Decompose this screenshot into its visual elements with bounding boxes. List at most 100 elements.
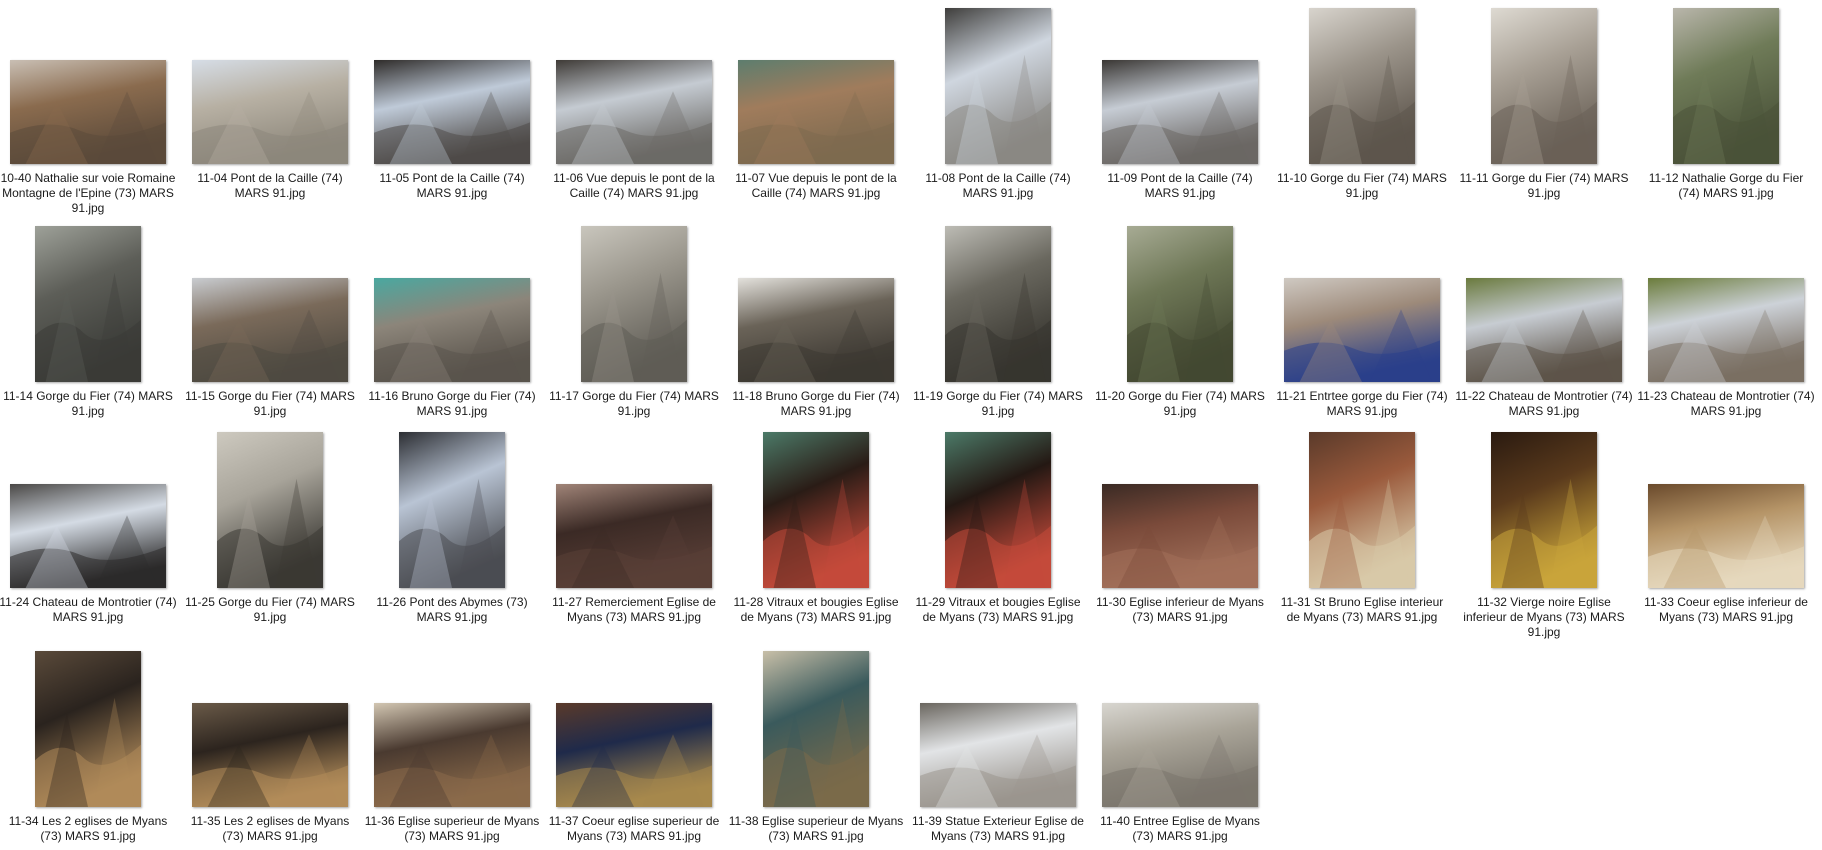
file-item[interactable]: 11-29 Vitraux et bougies Eglise de Myans… (907, 430, 1089, 625)
file-item[interactable]: 11-33 Coeur eglise inferieur de Myans (7… (1635, 430, 1817, 625)
file-name-label: 10-40 Nathalie sur voie Romaine Montagne… (0, 171, 176, 215)
file-name-label: 11-08 Pont de la Caille (74) MARS 91.jpg (925, 171, 1071, 200)
photo-thumbnail[interactable] (1309, 8, 1415, 164)
file-item[interactable]: 11-40 Entree Eglise de Myans (73) MARS 9… (1089, 649, 1271, 844)
file-name-label: 11-14 Gorge du Fier (74) MARS 91.jpg (3, 389, 173, 418)
file-name-label: 11-19 Gorge du Fier (74) MARS 91.jpg (913, 389, 1083, 418)
photo-thumbnail[interactable] (556, 484, 712, 588)
photo-thumbnail[interactable] (945, 8, 1051, 164)
thumbnail-frame (1089, 6, 1271, 164)
file-name-label: 11-15 Gorge du Fier (74) MARS 91.jpg (185, 389, 355, 418)
photo-thumbnail[interactable] (1102, 703, 1258, 807)
photo-thumbnail[interactable] (192, 60, 348, 164)
photo-thumbnail[interactable] (556, 703, 712, 807)
photo-thumbnail[interactable] (399, 432, 505, 588)
file-name-label: 11-04 Pont de la Caille (74) MARS 91.jpg (197, 171, 343, 200)
file-item[interactable]: 11-11 Gorge du Fier (74) MARS 91.jpg (1453, 6, 1635, 201)
photo-thumbnail[interactable] (1491, 432, 1597, 588)
photo-thumbnail[interactable] (1284, 278, 1440, 382)
photo-thumbnail[interactable] (556, 60, 712, 164)
file-item[interactable]: 11-12 Nathalie Gorge du Fier (74) MARS 9… (1635, 6, 1817, 201)
photo-thumbnail[interactable] (1648, 278, 1804, 382)
file-item[interactable]: 11-34 Les 2 eglises de Myans (73) MARS 9… (0, 649, 179, 844)
photo-thumbnail[interactable] (763, 432, 869, 588)
file-name-label: 11-12 Nathalie Gorge du Fier (74) MARS 9… (1648, 171, 1804, 200)
file-item[interactable]: 11-20 Gorge du Fier (74) MARS 91.jpg (1089, 224, 1271, 419)
photo-thumbnail[interactable] (945, 226, 1051, 382)
photo-thumbnail[interactable] (192, 278, 348, 382)
photo-thumbnail[interactable] (581, 226, 687, 382)
file-item[interactable]: 11-31 St Bruno Eglise interieur de Myans… (1271, 430, 1453, 625)
file-item[interactable]: 11-17 Gorge du Fier (74) MARS 91.jpg (543, 224, 725, 419)
file-item[interactable]: 11-07 Vue depuis le pont de la Caille (7… (725, 6, 907, 201)
photo-thumbnail[interactable] (1102, 484, 1258, 588)
file-item[interactable]: 11-14 Gorge du Fier (74) MARS 91.jpg (0, 224, 179, 419)
file-item[interactable]: 11-26 Pont des Abymes (73) MARS 91.jpg (361, 430, 543, 625)
file-name-label: 11-27 Remerciement Eglise de Myans (73) … (552, 595, 716, 624)
file-item[interactable]: 11-38 Eglise superieur de Myans (73) MAR… (725, 649, 907, 844)
file-name-label: 11-34 Les 2 eglises de Myans (73) MARS 9… (8, 814, 168, 843)
file-item[interactable]: 11-32 Vierge noire Eglise inferieur de M… (1453, 430, 1635, 640)
file-item[interactable]: 11-37 Coeur eglise superieur de Myans (7… (543, 649, 725, 844)
file-item[interactable]: 11-06 Vue depuis le pont de la Caille (7… (543, 6, 725, 201)
photo-thumbnail[interactable] (1102, 60, 1258, 164)
file-item[interactable]: 11-27 Remerciement Eglise de Myans (73) … (543, 430, 725, 625)
thumbnail-frame (1453, 430, 1635, 588)
thumbnail-frame (1453, 224, 1635, 382)
file-name-label: 11-23 Chateau de Montrotier (74) MARS 91… (1637, 389, 1815, 418)
photo-thumbnail[interactable] (945, 432, 1051, 588)
file-item[interactable]: 10-40 Nathalie sur voie Romaine Montagne… (0, 6, 179, 216)
file-name-label: 11-38 Eglise superieur de Myans (73) MAR… (728, 814, 904, 843)
photo-thumbnail[interactable] (35, 651, 141, 807)
photo-thumbnail[interactable] (1309, 432, 1415, 588)
file-item[interactable]: 11-10 Gorge du Fier (74) MARS 91.jpg (1271, 6, 1453, 201)
photo-thumbnail[interactable] (1466, 278, 1622, 382)
thumbnail-frame (1089, 430, 1271, 588)
file-item[interactable]: 11-22 Chateau de Montrotier (74) MARS 91… (1453, 224, 1635, 419)
thumbnail-frame (1271, 224, 1453, 382)
photo-thumbnail[interactable] (763, 651, 869, 807)
photo-thumbnail[interactable] (920, 703, 1076, 807)
photo-thumbnail[interactable] (10, 484, 166, 588)
photo-thumbnail[interactable] (1127, 226, 1233, 382)
file-name-label: 11-28 Vitraux et bougies Eglise de Myans… (733, 595, 899, 624)
file-item[interactable]: 11-18 Bruno Gorge du Fier (74) MARS 91.j… (725, 224, 907, 419)
photo-thumbnail[interactable] (35, 226, 141, 382)
file-item[interactable]: 11-28 Vitraux et bougies Eglise de Myans… (725, 430, 907, 625)
file-item[interactable]: 11-16 Bruno Gorge du Fier (74) MARS 91.j… (361, 224, 543, 419)
thumbnail-frame (0, 430, 179, 588)
file-item[interactable]: 11-39 Statue Exterieur Eglise de Myans (… (907, 649, 1089, 844)
photo-thumbnail[interactable] (217, 432, 323, 588)
file-item[interactable]: 11-09 Pont de la Caille (74) MARS 91.jpg (1089, 6, 1271, 201)
photo-thumbnail[interactable] (1673, 8, 1779, 164)
photo-thumbnail[interactable] (374, 278, 530, 382)
file-item[interactable]: 11-05 Pont de la Caille (74) MARS 91.jpg (361, 6, 543, 201)
thumbnail-frame (1453, 6, 1635, 164)
file-name-label: 11-33 Coeur eglise inferieur de Myans (7… (1644, 595, 1808, 624)
thumbnail-frame (179, 6, 361, 164)
file-item[interactable]: 11-23 Chateau de Montrotier (74) MARS 91… (1635, 224, 1817, 419)
photo-thumbnail[interactable] (1491, 8, 1597, 164)
photo-thumbnail[interactable] (374, 703, 530, 807)
photo-thumbnail[interactable] (10, 60, 166, 164)
file-item[interactable]: 11-21 Entrtee gorge du Fier (74) MARS 91… (1271, 224, 1453, 419)
file-item[interactable]: 11-25 Gorge du Fier (74) MARS 91.jpg (179, 430, 361, 625)
file-name-label: 11-29 Vitraux et bougies Eglise de Myans… (915, 595, 1081, 624)
thumbnail-frame (179, 649, 361, 807)
thumbnail-frame (907, 430, 1089, 588)
photo-thumbnail[interactable] (738, 278, 894, 382)
file-item[interactable]: 11-35 Les 2 eglises de Myans (73) MARS 9… (179, 649, 361, 844)
file-name-label: 11-09 Pont de la Caille (74) MARS 91.jpg (1107, 171, 1253, 200)
file-item[interactable]: 11-04 Pont de la Caille (74) MARS 91.jpg (179, 6, 361, 201)
photo-thumbnail[interactable] (192, 703, 348, 807)
photo-thumbnail[interactable] (738, 60, 894, 164)
photo-thumbnail[interactable] (1648, 484, 1804, 588)
file-item[interactable]: 11-19 Gorge du Fier (74) MARS 91.jpg (907, 224, 1089, 419)
thumbnail-frame (543, 430, 725, 588)
file-item[interactable]: 11-24 Chateau de Montrotier (74) MARS 91… (0, 430, 179, 625)
photo-thumbnail[interactable] (374, 60, 530, 164)
file-item[interactable]: 11-08 Pont de la Caille (74) MARS 91.jpg (907, 6, 1089, 201)
file-item[interactable]: 11-15 Gorge du Fier (74) MARS 91.jpg (179, 224, 361, 419)
file-item[interactable]: 11-30 Eglise inferieur de Myans (73) MAR… (1089, 430, 1271, 625)
file-item[interactable]: 11-36 Eglise superieur de Myans (73) MAR… (361, 649, 543, 844)
